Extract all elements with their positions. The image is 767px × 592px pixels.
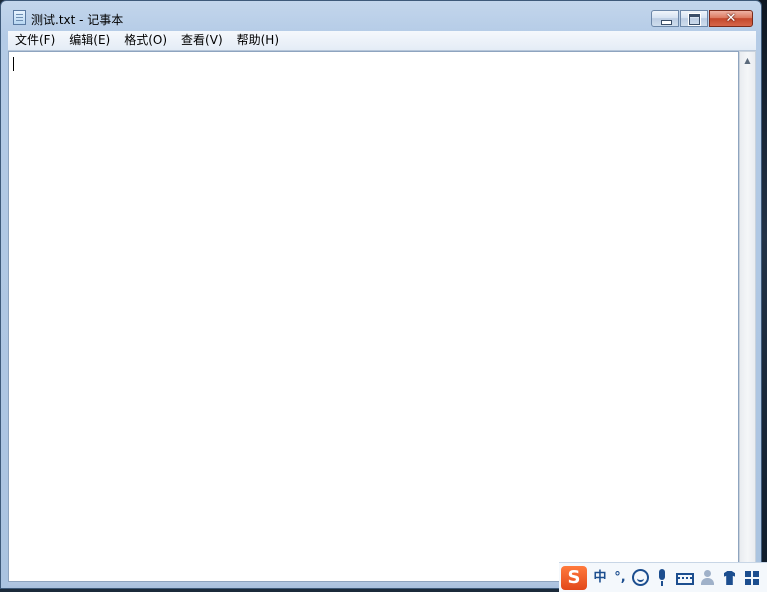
menu-view[interactable]: 查看(V) — [174, 31, 230, 50]
title-bar[interactable]: 测试.txt - 记事本 ✕ — [1, 1, 761, 31]
window-title: 测试.txt - 记事本 — [31, 13, 124, 27]
sogou-logo-icon[interactable]: S — [561, 565, 587, 590]
menu-format[interactable]: 格式(O) — [117, 31, 174, 50]
smile-icon[interactable] — [632, 569, 649, 586]
ime-mode-toggle[interactable]: 中 — [593, 568, 607, 588]
close-icon: ✕ — [725, 11, 737, 26]
caption-buttons: ✕ — [650, 10, 753, 28]
skin-icon[interactable] — [721, 569, 738, 586]
menu-help[interactable]: 帮助(H) — [230, 31, 286, 50]
notepad-icon[interactable] — [13, 10, 26, 25]
menu-file[interactable]: 文件(F) — [8, 31, 62, 50]
ime-toolbar: S 中 °, — [559, 562, 767, 592]
keyboard-icon[interactable] — [676, 572, 694, 585]
text-editor[interactable] — [8, 51, 739, 582]
maximize-button[interactable] — [680, 10, 708, 27]
minimize-button[interactable] — [651, 10, 679, 27]
notepad-window: 测试.txt - 记事本 ✕ 文件(F) 编辑(E) 格式(O) 查看(V) 帮… — [0, 0, 762, 589]
toolbox-icon[interactable] — [743, 569, 760, 586]
scroll-up-arrow-icon[interactable]: ▲ — [740, 52, 755, 69]
menu-bar: 文件(F) 编辑(E) 格式(O) 查看(V) 帮助(H) — [8, 31, 756, 51]
close-button[interactable]: ✕ — [709, 10, 753, 27]
menu-edit[interactable]: 编辑(E) — [62, 31, 117, 50]
ime-punctuation-toggle[interactable]: °, — [613, 568, 627, 588]
user-icon[interactable] — [699, 569, 716, 586]
text-caret — [13, 57, 14, 71]
restore-icon — [688, 13, 701, 26]
vertical-scrollbar[interactable]: ▲ — [739, 51, 756, 582]
microphone-icon[interactable] — [654, 569, 671, 586]
minimize-icon — [661, 20, 672, 25]
